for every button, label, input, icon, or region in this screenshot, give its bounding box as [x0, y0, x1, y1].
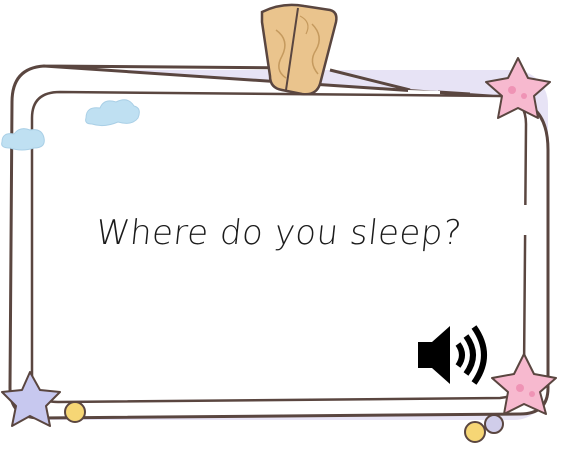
question-text: Where do you sleep? [93, 213, 464, 253]
flash-card: Where do you sleep? [0, 0, 566, 449]
play-audio-button[interactable] [416, 322, 494, 388]
cloud-icon [1, 128, 45, 151]
dot-icon [464, 421, 486, 443]
dot-icon [484, 414, 504, 434]
dot-icon [64, 401, 86, 423]
speaker-volume-icon [418, 325, 487, 385]
